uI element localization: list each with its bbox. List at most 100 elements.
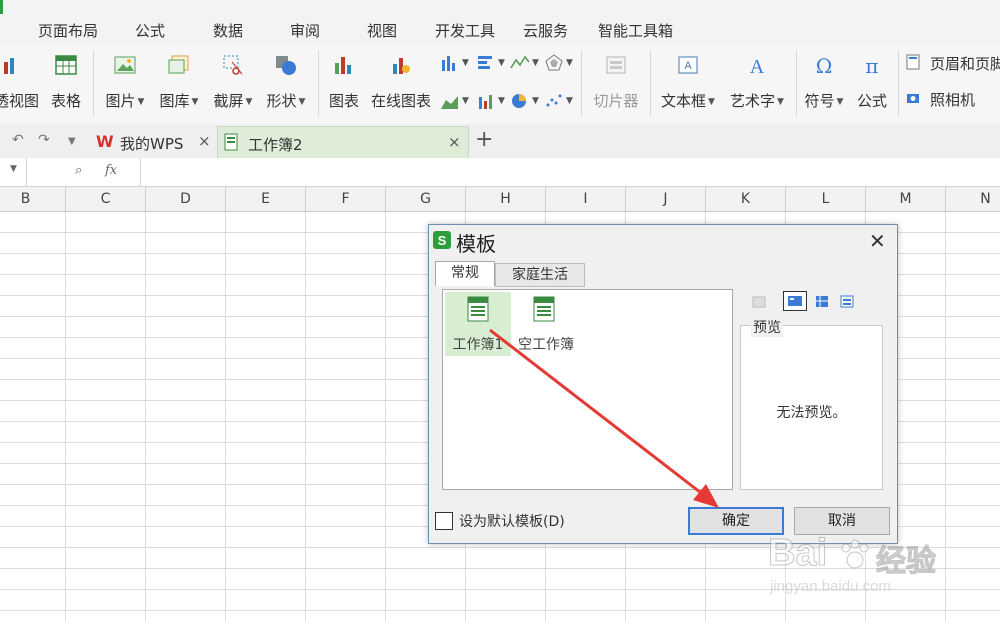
- new-tab-plus-icon[interactable]: +: [475, 127, 493, 152]
- spreadsheet-template-icon: [533, 296, 555, 322]
- chart-label: 图表: [328, 92, 359, 110]
- preview-label: 预览: [751, 317, 783, 337]
- formula-input[interactable]: [141, 158, 1000, 186]
- column-header[interactable]: J: [626, 187, 706, 211]
- list-view-icon[interactable]: [783, 291, 807, 311]
- no-preview-text: 无法预览。: [776, 405, 847, 421]
- zoom-search-icon[interactable]: ⌕: [75, 163, 82, 178]
- tab-view[interactable]: 视图: [367, 20, 397, 41]
- gallery-button[interactable]: 图库 ▼: [154, 44, 204, 124]
- tab-cloud[interactable]: 云服务: [523, 20, 568, 41]
- column-header[interactable]: G: [386, 187, 466, 211]
- undo-icon[interactable]: ↶: [12, 132, 24, 148]
- svg-text:Ω: Ω: [816, 54, 833, 76]
- detail-view-icon[interactable]: [815, 295, 829, 308]
- picture-button[interactable]: 图片 ▼: [100, 44, 150, 124]
- camera-button[interactable]: 照相机: [906, 88, 1000, 110]
- column-header[interactable]: H: [466, 187, 546, 211]
- wordart-button[interactable]: A 艺术字 ▼: [724, 44, 790, 124]
- column-header[interactable]: M: [866, 187, 946, 211]
- chevron-down-icon[interactable]: ▼: [462, 96, 469, 106]
- ribbon-separator: [318, 50, 319, 116]
- column-header[interactable]: I: [546, 187, 626, 211]
- chevron-down-icon[interactable]: ▼: [532, 96, 539, 106]
- tab-developer[interactable]: 开发工具: [435, 20, 495, 41]
- default-template-checkbox[interactable]: [435, 512, 453, 530]
- chevron-down-icon[interactable]: ▼: [532, 58, 539, 68]
- formula-button[interactable]: π 公式: [852, 44, 892, 124]
- cancel-button[interactable]: 取消: [794, 507, 890, 535]
- large-icon-view-icon[interactable]: [751, 295, 767, 309]
- preview-view-icon[interactable]: [840, 295, 854, 308]
- tab-smart-tools[interactable]: 智能工具箱: [598, 20, 673, 41]
- name-box-chevron-down-icon[interactable]: ▼: [10, 164, 17, 174]
- chevron-down-icon[interactable]: ▼: [566, 58, 573, 68]
- online-chart-label: 在线图表: [370, 92, 431, 110]
- chevron-down-icon[interactable]: ▼: [498, 58, 505, 68]
- tab-workbook2[interactable]: 工作簿2 ×: [217, 126, 469, 159]
- slicer-button[interactable]: 切片器: [588, 44, 644, 124]
- ok-button[interactable]: 确定: [688, 507, 784, 535]
- column-header[interactable]: E: [226, 187, 306, 211]
- tab-review[interactable]: 审阅: [290, 20, 320, 41]
- symbol-button[interactable]: Ω 符号 ▼: [800, 44, 848, 124]
- column-header[interactable]: C: [66, 187, 146, 211]
- camera-icon: [907, 94, 919, 103]
- bar-chart-horizontal-icon[interactable]: [476, 54, 496, 72]
- ribbon-separator: [650, 50, 651, 116]
- chevron-down-icon[interactable]: ▼: [566, 96, 573, 106]
- column-header[interactable]: D: [146, 187, 226, 211]
- textbox-button[interactable]: A 文本框 ▼: [656, 44, 720, 124]
- tab-formulas[interactable]: 公式: [135, 20, 165, 41]
- shapes-label: 形状 ▼: [266, 92, 306, 110]
- shapes-button[interactable]: 形状 ▼: [262, 44, 310, 124]
- wordart-icon: A: [750, 56, 765, 76]
- close-icon[interactable]: ×: [448, 133, 461, 151]
- pivot-chart-button[interactable]: 透视图: [0, 44, 44, 124]
- fx-icon[interactable]: fx: [105, 163, 117, 178]
- template-item-workbook1[interactable]: 工作簿1: [445, 292, 511, 356]
- column-header[interactable]: F: [306, 187, 386, 211]
- ribbon-toolbar: 透视图 表格 图片 ▼ 图库 ▼ 截屏 ▼ 形状 ▼ 图表 在线图表 ▼ ▼ ▼…: [0, 44, 1000, 125]
- template-list: 工作簿1 空工作簿: [442, 289, 733, 490]
- area-chart-icon[interactable]: [440, 92, 460, 110]
- column-header[interactable]: N: [946, 187, 1000, 211]
- symbol-label: 符号 ▼: [804, 92, 844, 110]
- screenshot-button[interactable]: 截屏 ▼: [208, 44, 258, 124]
- header-footer-button[interactable]: 页眉和页脚: [906, 52, 1000, 74]
- radar-chart-icon[interactable]: [544, 54, 564, 72]
- tab-page-layout[interactable]: 页面布局: [38, 20, 98, 41]
- watermark-brand: Bai: [767, 532, 828, 575]
- close-icon[interactable]: ✕: [869, 229, 886, 253]
- wps-spreadsheet-logo-icon: S: [433, 231, 451, 249]
- tab-general[interactable]: 常规: [435, 261, 495, 286]
- watermark-brand-2: 经验: [876, 544, 937, 580]
- svg-text:S: S: [438, 233, 447, 248]
- column-chart-icon[interactable]: [440, 54, 460, 72]
- pie-chart-icon[interactable]: [510, 92, 530, 110]
- close-icon[interactable]: ×: [198, 132, 211, 150]
- table-label: 表格: [50, 92, 81, 110]
- column-header[interactable]: K: [706, 187, 786, 211]
- line-chart-icon[interactable]: [510, 54, 530, 72]
- camera-label: 照相机: [930, 91, 976, 109]
- column-header[interactable]: B: [0, 187, 66, 211]
- baidu-jingyan-watermark: Bai 经验 jingyan.baidu.com: [767, 532, 978, 602]
- chevron-down-icon[interactable]: ▼: [462, 58, 469, 68]
- spreadsheet-template-icon: [467, 296, 489, 322]
- template-item-blank-workbook[interactable]: 空工作簿: [513, 292, 579, 356]
- table-button[interactable]: 表格: [46, 44, 86, 124]
- watermark-url: jingyan.baidu.com: [770, 578, 891, 595]
- tab-my-wps[interactable]: W 我的WPS ×: [92, 126, 216, 157]
- online-chart-button[interactable]: 在线图表: [368, 44, 434, 124]
- tab-family-life[interactable]: 家庭生活: [495, 263, 585, 287]
- redo-icon[interactable]: ↷: [38, 132, 50, 148]
- chevron-down-icon[interactable]: ▼: [68, 136, 76, 147]
- tab-data[interactable]: 数据: [213, 20, 243, 41]
- chevron-down-icon[interactable]: ▼: [498, 96, 505, 106]
- picture-icon: [114, 56, 136, 74]
- chart-button[interactable]: 图表: [324, 44, 364, 124]
- stock-chart-icon[interactable]: [476, 92, 496, 110]
- column-header[interactable]: L: [786, 187, 866, 211]
- scatter-chart-icon[interactable]: [544, 92, 564, 110]
